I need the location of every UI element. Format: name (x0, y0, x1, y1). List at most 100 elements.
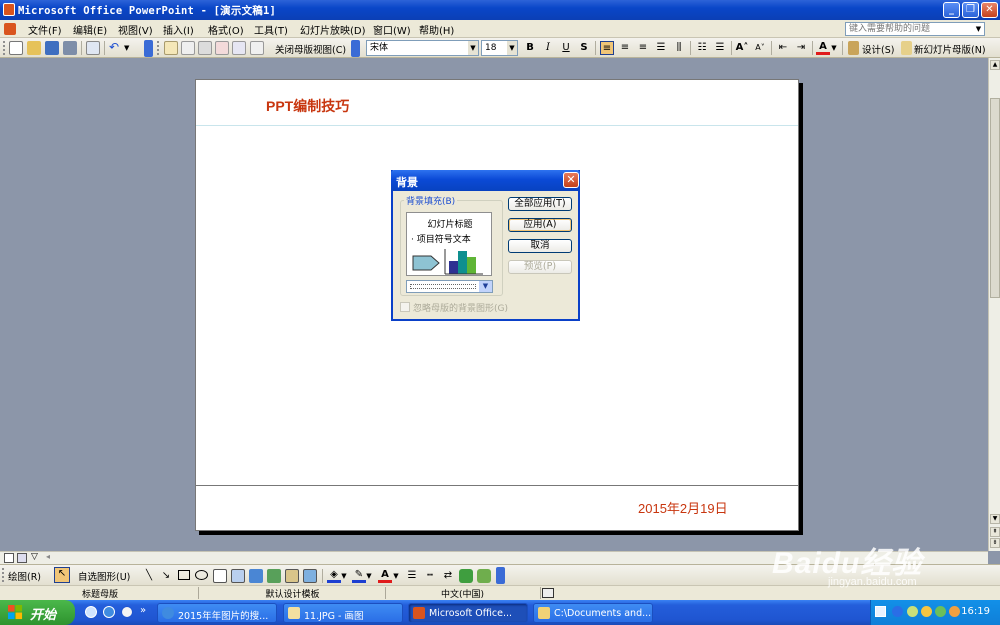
font-name-select[interactable]: 宋体 ▼ (366, 40, 479, 56)
help-search-input[interactable]: 键入需要帮助的问题 ▼ (845, 22, 985, 36)
toolbar-grip[interactable] (3, 41, 6, 55)
chevron-down-icon[interactable]: ▼ (479, 281, 492, 292)
apply-all-button[interactable]: 全部应用(T) (508, 197, 572, 211)
close-icon[interactable]: ✕ (563, 172, 579, 188)
show-desktop-icon[interactable] (85, 606, 97, 618)
fill-color-icon[interactable]: ◈ (327, 569, 341, 583)
menu-file[interactable]: 文件(F) (28, 22, 62, 37)
media-icon[interactable] (121, 606, 133, 618)
new-slide-master-button[interactable]: 新幻灯片母版(N) (914, 42, 986, 56)
shadow-icon[interactable]: S (577, 41, 591, 55)
vertical-scrollbar[interactable]: ▲ ▼ ⇞ ⇟ (988, 58, 1000, 551)
toolbar-options-icon[interactable] (144, 40, 153, 57)
insert-new-master-icon[interactable] (164, 41, 178, 55)
close-master-view-button[interactable]: 关闭母版视图(C) (275, 42, 346, 56)
minimize-button[interactable]: _ (943, 2, 960, 18)
oval-icon[interactable] (195, 570, 208, 580)
decrease-indent-icon[interactable]: ⇤ (776, 41, 790, 55)
chevron-down-icon[interactable]: ▼ (468, 41, 478, 55)
master-layout-icon[interactable] (250, 41, 264, 55)
start-button[interactable]: 开始 (0, 600, 75, 625)
restore-button[interactable]: ❐ (962, 2, 979, 18)
menu-help[interactable]: 帮助(H) (419, 22, 454, 37)
toolbar-options-icon[interactable] (496, 567, 505, 584)
undo-dropdown-icon[interactable]: ▼ (124, 41, 138, 55)
line-style-icon[interactable]: ☰ (405, 569, 419, 583)
slideshow-icon[interactable]: ▽ (31, 552, 38, 562)
taskbar-item-explorer[interactable]: C:\Documents and... (533, 603, 653, 623)
quicklaunch-expand-icon[interactable]: » (140, 605, 146, 616)
preview-button[interactable]: 预览(P) (508, 260, 572, 274)
justify-icon[interactable]: ☰ (654, 41, 668, 55)
chevron-down-icon[interactable]: ▼ (507, 41, 517, 55)
draw-menu-button[interactable]: 绘图(R) (8, 569, 41, 583)
font-color-icon[interactable]: A (816, 41, 830, 55)
chevron-down-icon[interactable]: ▼ (365, 569, 373, 583)
new-slide-master-icon[interactable] (901, 41, 912, 55)
insert-title-master-icon[interactable] (181, 41, 195, 55)
ie-icon[interactable] (103, 606, 115, 618)
security-icon[interactable] (921, 606, 932, 617)
menu-format[interactable]: 格式(O) (208, 22, 244, 37)
menu-window[interactable]: 窗口(W) (373, 22, 411, 37)
new-document-icon[interactable] (9, 41, 23, 55)
arrow-style-icon[interactable]: ⇄ (441, 569, 455, 583)
underline-icon[interactable]: U (559, 41, 573, 55)
normal-view-icon[interactable] (4, 553, 14, 563)
autoshapes-menu-button[interactable]: 自选图形(U) (78, 569, 130, 583)
align-right-icon[interactable]: ≡ (636, 41, 650, 55)
undo-icon[interactable]: ↶ (109, 41, 123, 55)
design-icon[interactable] (848, 41, 859, 55)
drawing-font-color-icon[interactable]: A (378, 569, 392, 583)
menu-insert[interactable]: 插入(I) (163, 22, 194, 37)
menu-tools[interactable]: 工具(T) (254, 22, 288, 37)
save-icon[interactable] (45, 41, 59, 55)
dialog-title-bar[interactable]: 背景 ✕ (391, 170, 580, 191)
taskbar-item-powerpoint[interactable]: Microsoft Office... (408, 603, 528, 623)
network-icon[interactable] (875, 606, 886, 617)
chevron-down-icon[interactable]: ▼ (392, 569, 400, 583)
menu-edit[interactable]: 编辑(E) (73, 22, 107, 37)
increase-font-icon[interactable]: A˄ (735, 41, 749, 55)
omit-master-graphics-checkbox[interactable] (400, 302, 410, 312)
print-preview-icon[interactable] (86, 41, 100, 55)
numbering-icon[interactable]: ☷ (695, 41, 709, 55)
font-size-select[interactable]: 18 ▼ (481, 40, 518, 56)
distribute-icon[interactable]: ⫼ (672, 41, 686, 55)
line-icon[interactable]: ╲ (142, 569, 156, 583)
menu-view[interactable]: 视图(V) (118, 22, 153, 37)
shadow-style-icon[interactable] (459, 569, 473, 583)
chevron-down-icon[interactable]: ▼ (973, 23, 984, 35)
delete-master-icon[interactable] (198, 41, 212, 55)
rectangle-icon[interactable] (178, 570, 190, 580)
toolbar-grip[interactable] (2, 568, 5, 582)
line-color-icon[interactable]: ✎ (352, 569, 366, 583)
apply-button[interactable]: 应用(A) (508, 218, 572, 232)
powerpoint-app-icon[interactable] (3, 3, 15, 16)
slide-title[interactable]: PPT编制技巧 (266, 96, 349, 116)
taskbar-item-browser[interactable]: 2015年年图片的搜... (157, 603, 277, 623)
arrow-icon[interactable]: ↘ (159, 569, 173, 583)
open-folder-icon[interactable] (27, 41, 41, 55)
select-pointer-icon[interactable]: ↖ (54, 567, 70, 583)
dash-style-icon[interactable]: ┅ (423, 569, 437, 583)
document-icon[interactable] (4, 23, 16, 35)
previous-slide-icon[interactable]: ⇞ (990, 527, 1000, 537)
language-bar-icon[interactable] (892, 606, 903, 617)
scroll-left-icon[interactable]: ◂ (46, 552, 50, 561)
close-window-button[interactable]: ✕ (981, 2, 998, 18)
slide-sorter-icon[interactable] (17, 553, 27, 563)
clock[interactable]: 16:19 (961, 606, 990, 617)
clip-art-icon[interactable] (285, 569, 299, 583)
update-icon[interactable] (935, 606, 946, 617)
align-center-icon[interactable]: ≡ (618, 41, 632, 55)
toolbar-options-icon[interactable] (351, 40, 360, 57)
text-box-icon[interactable] (213, 569, 227, 583)
chevron-down-icon[interactable]: ▼ (830, 41, 838, 55)
decrease-font-icon[interactable]: A˅ (753, 41, 767, 55)
scrollbar-thumb[interactable] (990, 98, 1000, 298)
wordart-icon[interactable] (249, 569, 263, 583)
tray-app-icon[interactable] (907, 606, 918, 617)
toolbar-grip[interactable] (157, 41, 160, 55)
fill-color-select[interactable]: ▼ (406, 280, 493, 293)
